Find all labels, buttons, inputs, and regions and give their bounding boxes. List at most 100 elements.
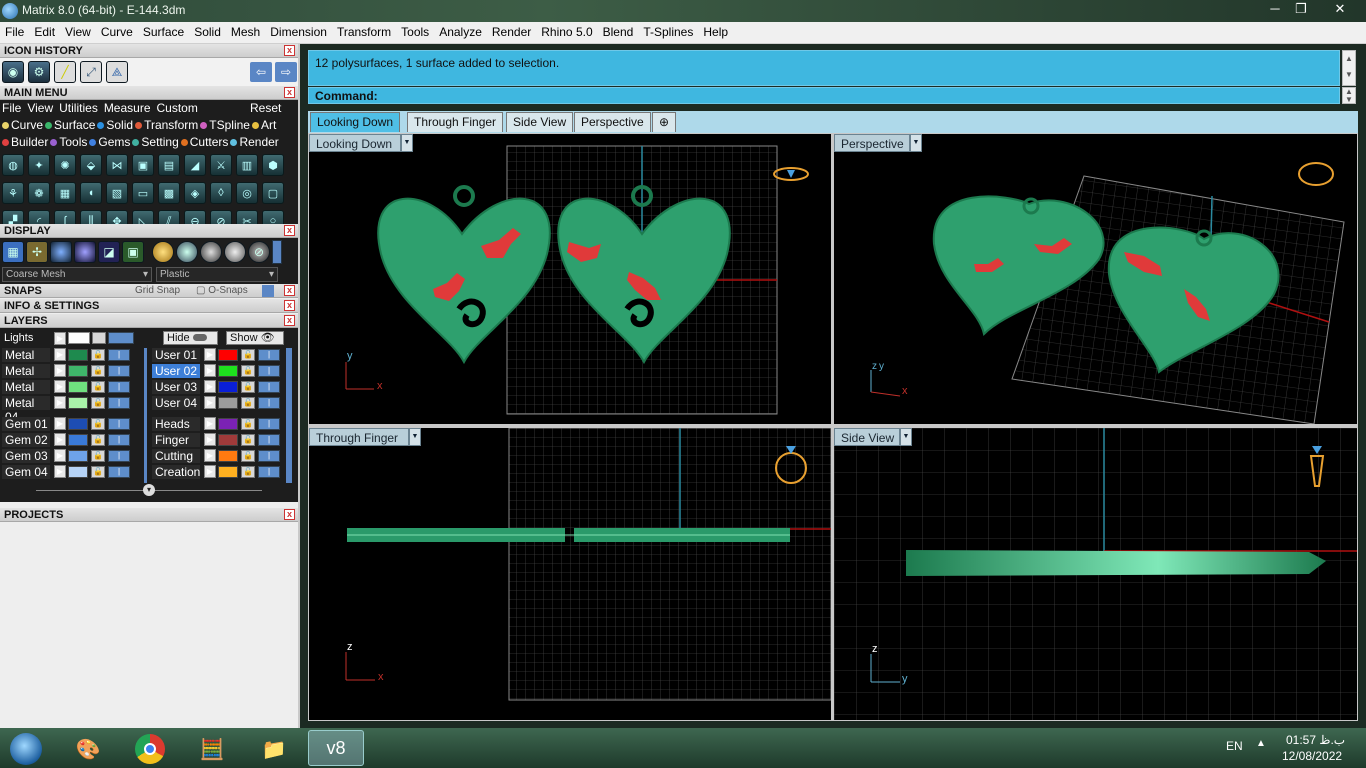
menu-analyze[interactable]: Analyze (434, 22, 487, 43)
play-icon[interactable]: ▶ (54, 433, 66, 446)
tab-looking-down[interactable]: Looking Down (310, 112, 401, 132)
ring-tool-icon[interactable]: ◍ (2, 154, 24, 176)
command-scrollbar[interactable]: ▲ ▼ (1342, 87, 1356, 104)
projects-header[interactable]: PROJECTS x (0, 508, 298, 522)
shaded-icon[interactable] (50, 241, 72, 263)
mm-file[interactable]: File (2, 101, 21, 115)
layer-name[interactable]: Metal 01 (2, 348, 50, 376)
close-icon[interactable]: x (284, 509, 295, 520)
osnaps-toggle[interactable]: ▢ O-Snaps (196, 284, 248, 298)
perspective-tool-icon[interactable]: ⟁ (106, 61, 128, 83)
gem-tool-icon[interactable]: ✦ (28, 154, 50, 176)
visibility-icon[interactable]: | (258, 365, 280, 377)
layer-color-swatch[interactable] (218, 365, 238, 377)
layer-color-swatch[interactable] (68, 381, 88, 393)
mm-utilities[interactable]: Utilities (59, 101, 98, 115)
layer-name[interactable]: Cutting (152, 449, 200, 463)
menu-tools[interactable]: Tools (396, 22, 434, 43)
play-icon[interactable]: ▶ (54, 396, 66, 409)
display-scroll[interactable] (272, 240, 282, 264)
layer-name[interactable]: Metal 02 (2, 364, 50, 392)
minimize-button[interactable]: ─ (1262, 0, 1288, 20)
chevron-down-icon[interactable]: ▼ (409, 428, 421, 446)
lock-icon[interactable]: 🔓 (91, 466, 105, 478)
ghosted-icon[interactable]: ✢ (26, 241, 48, 263)
menu-mesh[interactable]: Mesh (226, 22, 265, 43)
gallery-tool-icon[interactable]: ▧ (106, 182, 128, 204)
cat-cutters[interactable]: Cutters (180, 135, 228, 149)
visibility-icon[interactable]: | (108, 349, 130, 361)
layer-color-swatch[interactable] (68, 397, 88, 409)
pearl-material-icon[interactable] (224, 241, 246, 263)
layer-color-swatch[interactable] (68, 450, 88, 462)
visibility-icon[interactable]: | (108, 381, 130, 393)
matte-material-icon[interactable]: ⊘ (248, 241, 270, 263)
mm-view[interactable]: View (27, 101, 53, 115)
clock-time[interactable]: 01:57 ب.ظ (1286, 733, 1345, 747)
history-forward-icon[interactable]: ⇨ (275, 62, 297, 82)
play-icon[interactable]: ▶ (54, 465, 66, 478)
menu-render[interactable]: Render (487, 22, 536, 43)
visibility-icon[interactable]: | (258, 397, 280, 409)
close-icon[interactable]: x (284, 285, 295, 296)
play-icon[interactable]: ▶ (54, 417, 66, 430)
play-icon[interactable]: ▶ (54, 364, 66, 377)
history-back-icon[interactable]: ⇦ (250, 62, 272, 82)
globe-tool-icon[interactable]: ◎ (236, 182, 258, 204)
cat-surface[interactable]: Surface (45, 118, 95, 132)
lock-icon[interactable]: 🔓 (241, 466, 255, 478)
play-icon[interactable]: ▶ (54, 449, 66, 462)
layer-color-swatch[interactable] (218, 450, 238, 462)
visibility-icon[interactable]: | (258, 450, 280, 462)
layer-name[interactable]: Gem 02 (2, 433, 50, 447)
mm-custom[interactable]: Custom (157, 101, 198, 115)
visibility-icon[interactable]: | (258, 434, 280, 446)
add-tab-icon[interactable]: ⊕ (652, 112, 676, 132)
visibility-icon[interactable]: | (108, 466, 130, 478)
reset-button[interactable]: Reset (250, 100, 281, 117)
lights-visibility-icon[interactable] (108, 332, 134, 344)
scale-tool-icon[interactable]: ⤢ (80, 61, 102, 83)
xray-icon[interactable]: ◪ (98, 241, 120, 263)
setting-tool-icon[interactable]: ◈ (184, 182, 206, 204)
lock-icon[interactable]: 🔓 (241, 349, 255, 361)
layer-name[interactable]: User 03 (152, 380, 200, 394)
viewport-looking-down[interactable]: y x Looking Down ▼ (309, 134, 831, 424)
prong-tool-icon[interactable]: ⋈ (106, 154, 128, 176)
explorer-app-icon[interactable]: 📁 (252, 732, 296, 766)
mesh-select[interactable]: Coarse Mesh ▾ (2, 267, 152, 282)
viewport-through-finger[interactable]: z x Through Finger ▼ (309, 428, 831, 720)
shank-tool-icon[interactable]: ◖ (80, 182, 102, 204)
lights-color[interactable] (68, 332, 90, 344)
layer-name[interactable]: Gem 03 (2, 449, 50, 463)
grid-tool-icon[interactable]: ▩ (158, 182, 180, 204)
close-icon[interactable]: x (284, 225, 295, 236)
history-tool-icon[interactable]: ◉ (2, 61, 24, 83)
head-tool-icon[interactable]: ❁ (28, 182, 50, 204)
save-tool-icon[interactable]: ▢ (262, 182, 284, 204)
sun-tool-icon[interactable]: ✺ (54, 154, 76, 176)
layer-color-swatch[interactable] (68, 349, 88, 361)
layer-color-swatch[interactable] (218, 349, 238, 361)
drop-tool-icon[interactable]: ◊ (210, 182, 232, 204)
clock-date[interactable]: 12/08/2022 (1282, 749, 1342, 763)
cat-render[interactable]: Render (230, 135, 279, 149)
tab-perspective[interactable]: Perspective (574, 112, 651, 132)
close-icon[interactable]: x (284, 300, 295, 311)
play-icon[interactable]: ▶ (204, 433, 216, 446)
language-indicator[interactable]: EN (1226, 739, 1243, 753)
lock-icon[interactable]: 🔓 (241, 397, 255, 409)
mm-measure[interactable]: Measure (104, 101, 151, 115)
cat-tspline[interactable]: TSpline (200, 118, 250, 132)
visibility-icon[interactable]: | (258, 466, 280, 478)
layer-name[interactable]: Metal 04 (2, 396, 50, 424)
pave-tool-icon[interactable]: ▤ (158, 154, 180, 176)
cat-art[interactable]: Art (251, 118, 276, 132)
visibility-icon[interactable]: | (108, 365, 130, 377)
cat-builder[interactable]: Builder (2, 135, 48, 149)
lock-icon[interactable]: 🔓 (91, 365, 105, 377)
visibility-icon[interactable]: | (108, 418, 130, 430)
logo-tool-icon[interactable]: ▭ (132, 182, 154, 204)
play-icon[interactable]: ▶ (54, 348, 66, 361)
visibility-icon[interactable]: | (108, 434, 130, 446)
